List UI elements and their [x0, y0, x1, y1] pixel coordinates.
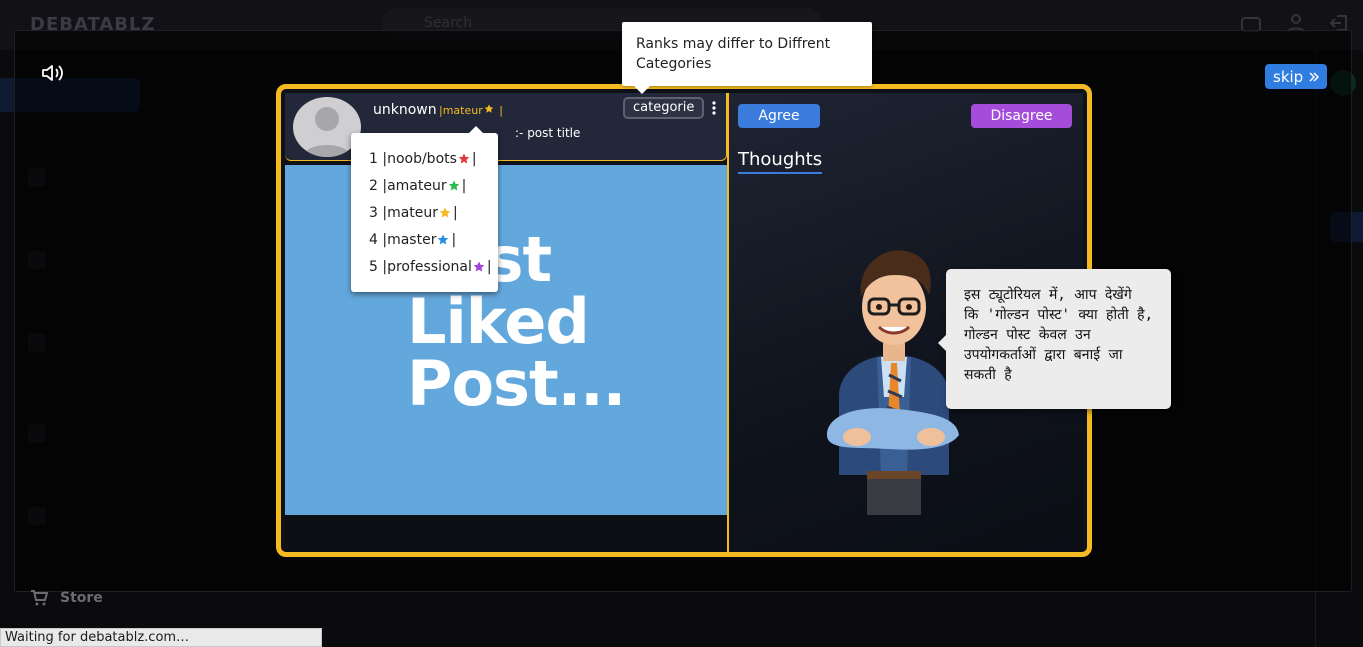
rank-item-amateur[interactable]: 2 |amateur |: [369, 172, 498, 199]
skip-label: skip: [1273, 67, 1304, 86]
gold-star-icon: [439, 207, 451, 217]
rank-item-separator: |: [486, 258, 492, 275]
post-rank[interactable]: |mateur |: [439, 104, 503, 117]
post-title: :- post title: [515, 126, 581, 140]
rank-label: |mateur: [439, 104, 483, 117]
post-username[interactable]: unknown: [373, 102, 437, 118]
rank-item-label: 5 |professional: [369, 258, 472, 275]
tutorial-speech-bubble: इस ट्यूटोरियल में, आप देखेंगे कि 'गोल्डन…: [938, 269, 1171, 409]
category-button[interactable]: categorie: [623, 97, 705, 119]
gold-star-icon: [484, 104, 494, 113]
purple-star-icon: [473, 261, 485, 271]
rank-item-label: 2 |amateur: [369, 177, 447, 194]
rank-item-noob[interactable]: 1 |noob/bots |: [369, 145, 498, 172]
rank-item-label: 1 |noob/bots: [369, 150, 457, 167]
rank-tooltip: Ranks may differ to Diffrent Categories: [622, 22, 872, 94]
red-star-icon: [458, 153, 470, 163]
blue-star-icon: [438, 234, 449, 244]
rank-item-separator: |: [453, 204, 458, 221]
sound-icon[interactable]: [40, 62, 66, 84]
rank-item-label: 4 |master: [369, 231, 437, 248]
rank-item-separator: |: [451, 231, 457, 248]
rank-dropdown-menu: 1 |noob/bots | 2 |amateur | 3 |mateur | …: [351, 126, 498, 292]
double-chevron-right-icon: [1309, 71, 1320, 82]
post-image-line2: Liked: [407, 285, 590, 358]
cart-icon: [31, 590, 48, 606]
post-image-line3: Post...: [407, 347, 626, 420]
browser-status-bar: Waiting for debatablz.com…: [0, 628, 322, 647]
rank-item-separator: |: [471, 150, 477, 167]
rank-item-label: 3 |mateur: [369, 204, 439, 221]
tab-thoughts[interactable]: Thoughts: [738, 149, 823, 174]
rank-suffix: |: [495, 104, 503, 117]
skip-button[interactable]: skip: [1265, 64, 1328, 89]
rank-item-master[interactable]: 4 |master |: [369, 226, 498, 253]
rank-item-mateur[interactable]: 3 |mateur |: [369, 199, 498, 226]
kebab-menu-icon[interactable]: [712, 101, 716, 115]
rank-item-professional[interactable]: 5 |professional |: [369, 253, 498, 280]
agree-button[interactable]: Agree: [738, 104, 820, 128]
store-label: Store: [60, 590, 103, 606]
sidebar-item-store[interactable]: Store: [30, 589, 103, 607]
disagree-button[interactable]: Disagree: [971, 104, 1072, 128]
green-star-icon: [448, 180, 459, 190]
rank-item-separator: |: [461, 177, 467, 194]
post-footer: [285, 515, 727, 552]
